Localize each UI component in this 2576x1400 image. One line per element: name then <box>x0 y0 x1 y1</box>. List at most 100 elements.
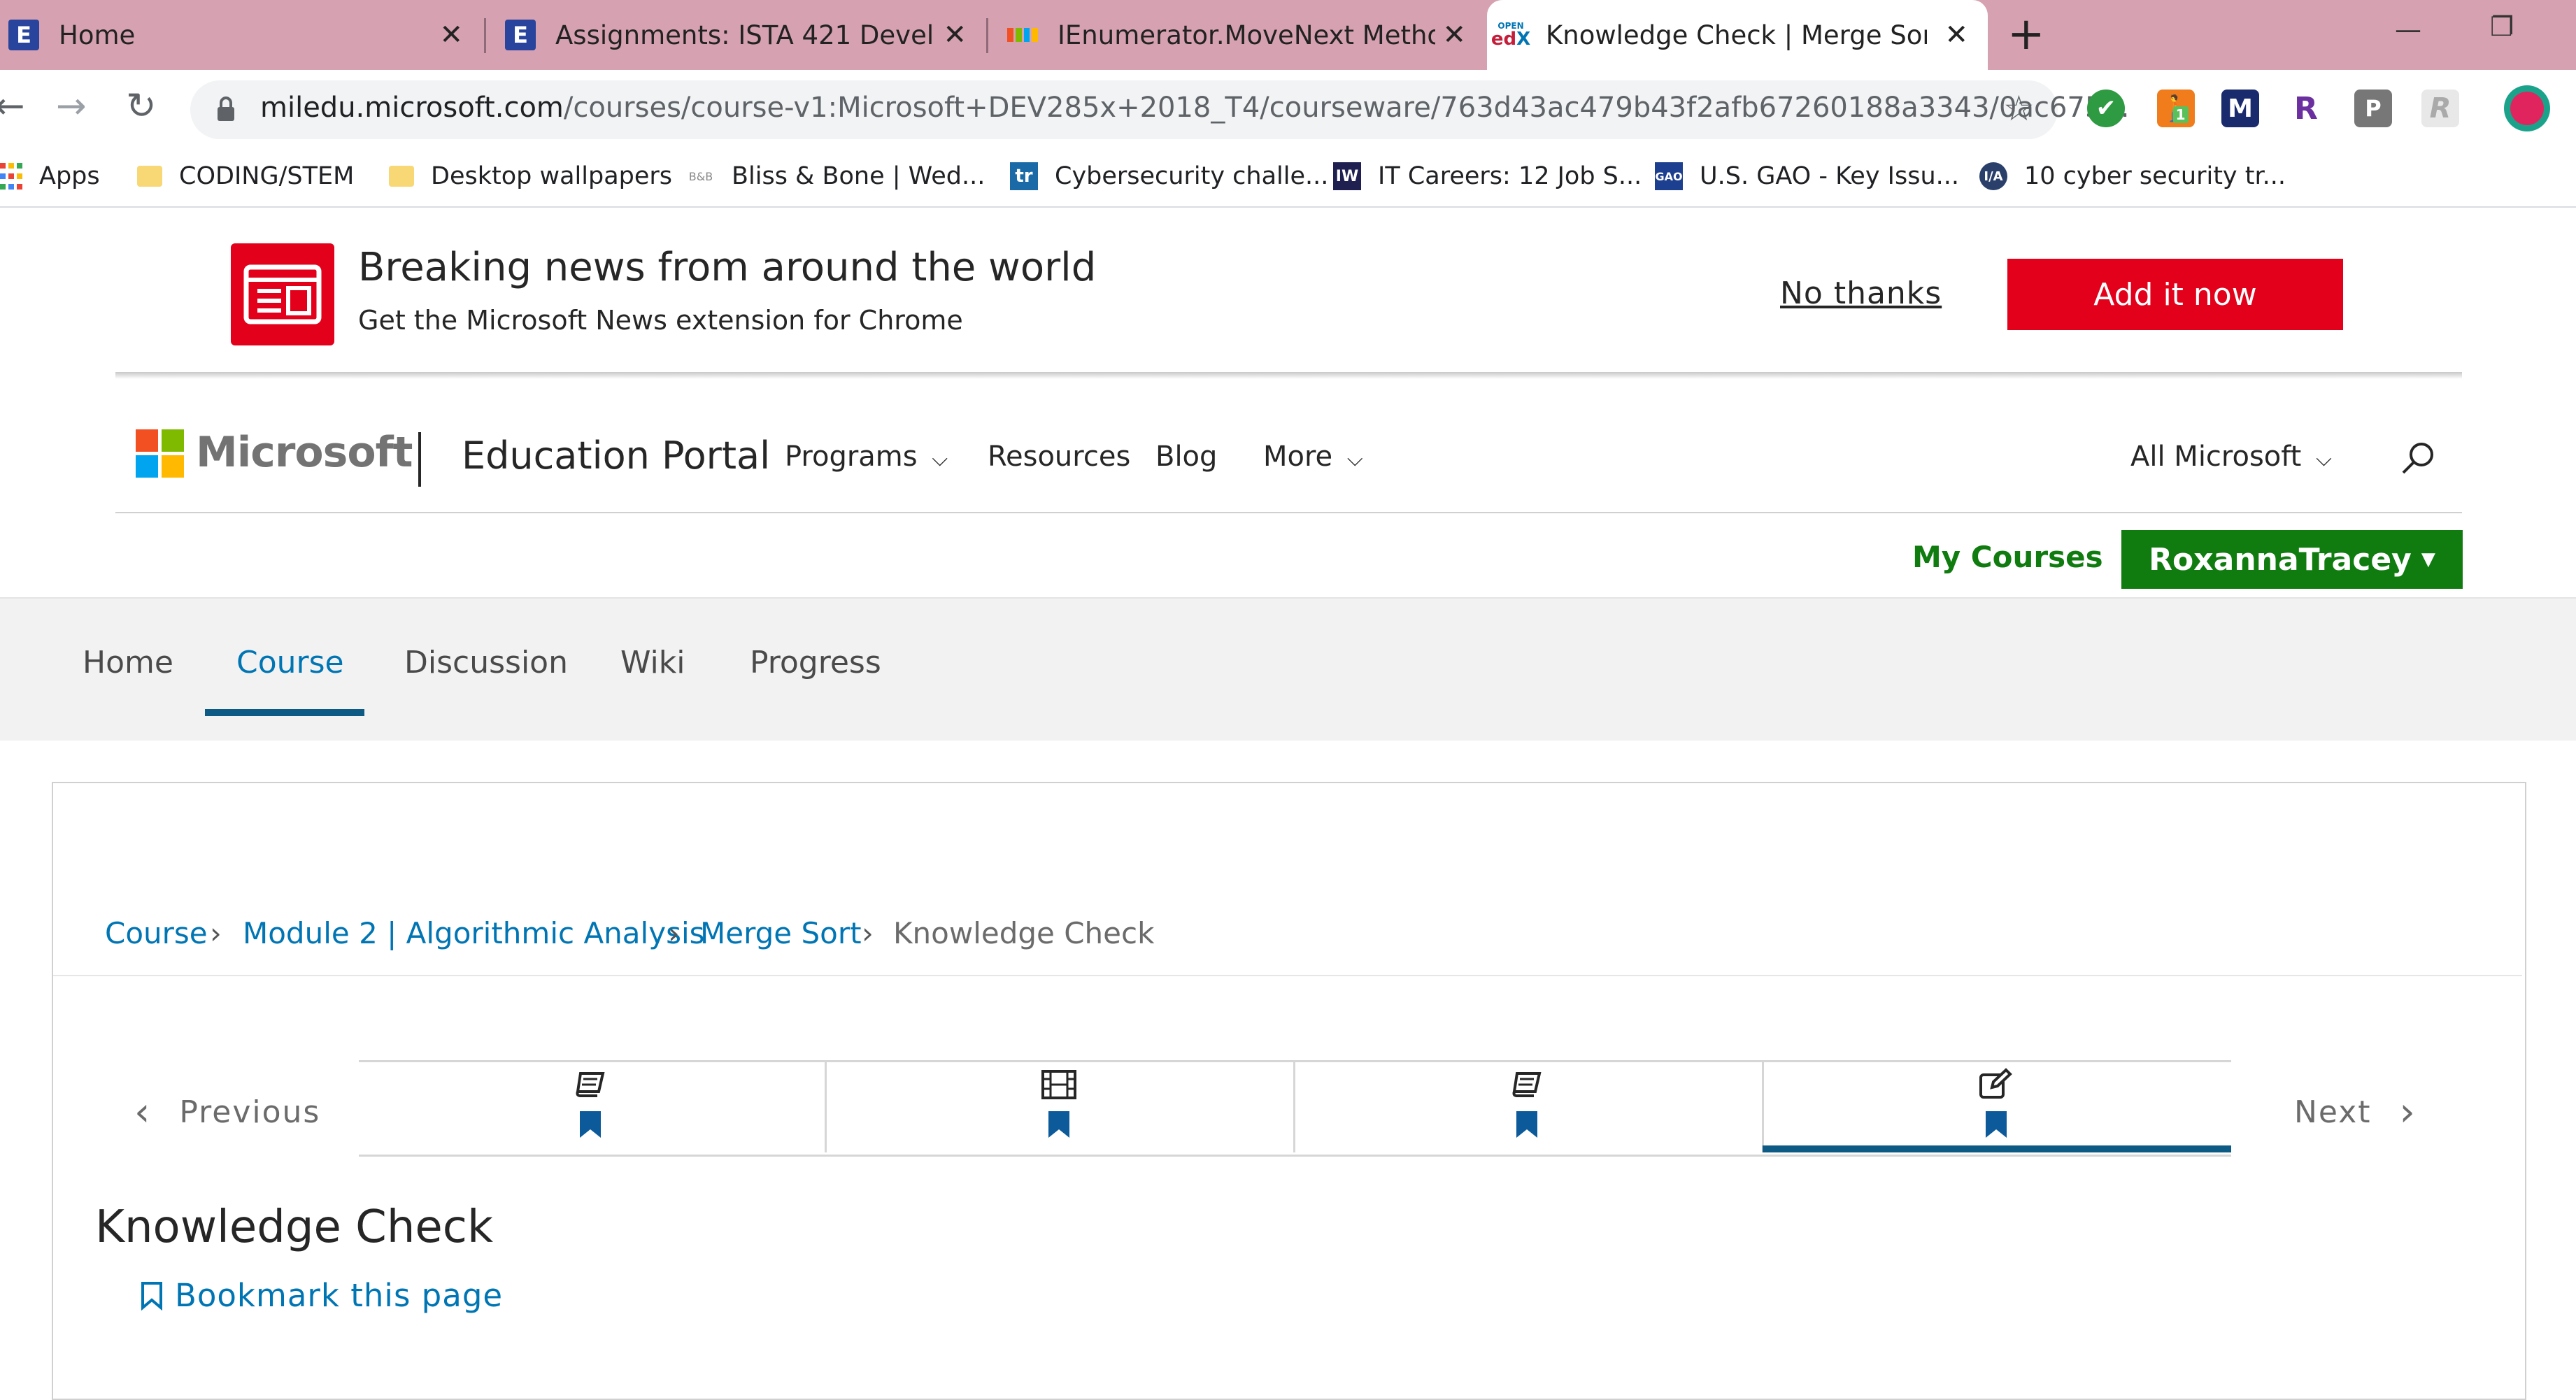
caret-down-icon: ▼ <box>2421 549 2435 570</box>
tab-wiki[interactable]: Wiki <box>620 645 685 680</box>
bookmark-cybersecurity[interactable]: tr Cybersecurity challe... <box>1010 158 1328 194</box>
chevron-right-icon: › <box>2399 1090 2417 1135</box>
breadcrumb-course[interactable]: Course <box>105 916 208 950</box>
profile-avatar[interactable] <box>2504 85 2550 131</box>
nav-label: All Microsoft <box>2130 441 2302 473</box>
e-icon: E <box>8 20 39 50</box>
chevron-down-icon: ⌵ <box>932 447 948 471</box>
nav-label: Programs <box>785 441 918 473</box>
previous-button[interactable]: ‹ Previous <box>134 1090 320 1135</box>
bookmark-cyber-security-tr[interactable]: I/A 10 cyber security tr... <box>1979 158 2286 194</box>
folder-icon <box>389 166 414 187</box>
user-menu-button[interactable]: RoxannaTracey ▼ <box>2121 530 2463 589</box>
edit-icon <box>1979 1068 2012 1099</box>
video-icon <box>1041 1070 1076 1099</box>
book-icon <box>1512 1072 1542 1097</box>
my-courses-link[interactable]: My Courses <box>1912 540 2103 574</box>
reload-icon[interactable]: ↻ <box>126 85 157 127</box>
tab-title: Assignments: ISTA 421 Developin <box>555 20 933 50</box>
m-extension-icon[interactable]: M <box>2221 90 2259 127</box>
chevron-right-icon: › <box>668 916 680 950</box>
close-icon[interactable]: ✕ <box>1442 21 1466 49</box>
tab-divider <box>986 18 988 53</box>
add-it-now-button[interactable]: Add it now <box>2007 259 2343 330</box>
close-icon[interactable]: ✕ <box>943 21 967 49</box>
bookmark-outline-icon <box>141 1281 162 1310</box>
next-button[interactable]: Next › <box>2294 1090 2417 1135</box>
star-icon[interactable]: ☆ <box>2003 88 2035 129</box>
breadcrumb-module[interactable]: Module 2 | Algorithmic Analysis <box>243 916 705 950</box>
microsoft-logo-icon[interactable] <box>136 429 184 478</box>
nav-more[interactable]: More ⌵ <box>1263 441 1363 473</box>
folder-icon <box>137 166 162 187</box>
accessibility-extension-icon[interactable]: 🚶1 <box>2157 90 2195 127</box>
education-portal-title[interactable]: Education Portal <box>462 434 770 478</box>
lock-icon[interactable] <box>215 95 236 126</box>
p-extension-icon[interactable]: P <box>2354 90 2392 127</box>
unit-tab-4[interactable] <box>1764 1062 2230 1152</box>
all-microsoft-menu[interactable]: All Microsoft ⌵ <box>2130 441 2332 473</box>
gao-icon: GAO <box>1655 162 1683 190</box>
bookmark-it-careers[interactable]: IW IT Careers: 12 Job S... <box>1333 158 1642 194</box>
tab-home[interactable]: Home <box>83 645 173 680</box>
bookmark-bliss-bone[interactable]: B&B Bliss & Bone | Wed... <box>687 158 985 194</box>
bookmark-coding-stem[interactable]: CODING/STEM <box>137 158 354 194</box>
unit-tab-1[interactable] <box>359 1062 825 1152</box>
page-title: Knowledge Check <box>95 1201 494 1253</box>
chevron-right-icon: › <box>210 916 222 950</box>
url-text[interactable]: miledu.microsoft.com/courses/course-v1:M… <box>260 92 2129 124</box>
bookmark-desktop-wallpapers[interactable]: Desktop wallpapers <box>389 158 672 194</box>
bookmark-us-gao[interactable]: GAO U.S. GAO - Key Issu... <box>1655 158 1959 194</box>
bookmark-label: U.S. GAO - Key Issu... <box>1700 162 1960 190</box>
news-banner-title: Breaking news from around the world <box>358 245 1097 290</box>
no-thanks-link[interactable]: No thanks <box>1780 276 1942 311</box>
forward-icon[interactable]: → <box>56 85 87 127</box>
chevron-down-icon: ⌵ <box>1346 447 1363 471</box>
browser-tab-ienumerator[interactable]: IEnumerator.MoveNext Method ( ✕ <box>999 0 1486 70</box>
browser-tab-assignments[interactable]: E Assignments: ISTA 421 Developin ✕ <box>497 0 986 70</box>
browser-tab-knowledge-check[interactable]: OPEN edX Knowledge Check | Merge Sort | … <box>1487 0 1988 70</box>
minimize-icon[interactable]: — <box>2395 14 2421 45</box>
close-icon[interactable]: ✕ <box>439 21 463 49</box>
browser-tab-home[interactable]: E Home ✕ <box>0 0 483 70</box>
microsoft-wordmark[interactable]: Microsoft <box>196 428 413 477</box>
previous-label: Previous <box>179 1094 321 1130</box>
r-extension-icon[interactable]: R <box>2287 90 2325 127</box>
tab-progress[interactable]: Progress <box>750 645 881 680</box>
search-icon[interactable] <box>2398 439 2437 481</box>
course-nav-bar <box>0 597 2576 741</box>
tab-title: Knowledge Check | Merge Sort | I <box>1546 20 1927 50</box>
close-icon[interactable]: ✕ <box>1944 21 1968 49</box>
e-icon: E <box>505 20 536 50</box>
tab-title: IEnumerator.MoveNext Method ( <box>1058 20 1435 50</box>
bookmark-page-button[interactable]: Bookmark this page <box>140 1277 503 1314</box>
header-rule <box>115 512 2462 513</box>
back-icon[interactable]: ← <box>0 85 25 127</box>
bookmark-label: Apps <box>39 162 100 190</box>
microsoft-icon <box>1007 20 1038 50</box>
restore-icon[interactable]: ❐ <box>2490 11 2514 42</box>
username: RoxannaTracey <box>2149 541 2412 578</box>
book-icon <box>576 1072 605 1097</box>
r-script-extension-icon[interactable]: R <box>2421 90 2459 127</box>
check-extension-icon[interactable]: ✔ <box>2087 90 2125 127</box>
bookmark-label: Desktop wallpapers <box>431 162 673 190</box>
nav-resources[interactable]: Resources <box>988 441 1130 473</box>
breadcrumb-merge-sort[interactable]: Merge Sort <box>700 916 862 950</box>
bookmark-label: 10 cyber security tr... <box>2024 162 2286 190</box>
active-unit-indicator <box>1763 1145 2231 1152</box>
tab-course[interactable]: Course <box>236 645 344 680</box>
nav-blog[interactable]: Blog <box>1155 441 1217 473</box>
tab-divider <box>484 18 486 53</box>
bliss-bone-icon: B&B <box>688 169 713 183</box>
next-label: Next <box>2294 1094 2372 1130</box>
chevron-right-icon: › <box>862 916 874 950</box>
content-divider <box>53 975 2522 976</box>
bookmark-apps[interactable]: Apps <box>0 158 100 194</box>
nav-programs[interactable]: Programs ⌵ <box>785 441 948 473</box>
breadcrumb-current: Knowledge Check <box>893 916 1155 950</box>
tab-discussion[interactable]: Discussion <box>404 645 568 680</box>
new-tab-button[interactable]: + <box>2007 10 2045 59</box>
unit-tab-2[interactable] <box>827 1062 1293 1152</box>
unit-tab-3[interactable] <box>1295 1062 1762 1152</box>
